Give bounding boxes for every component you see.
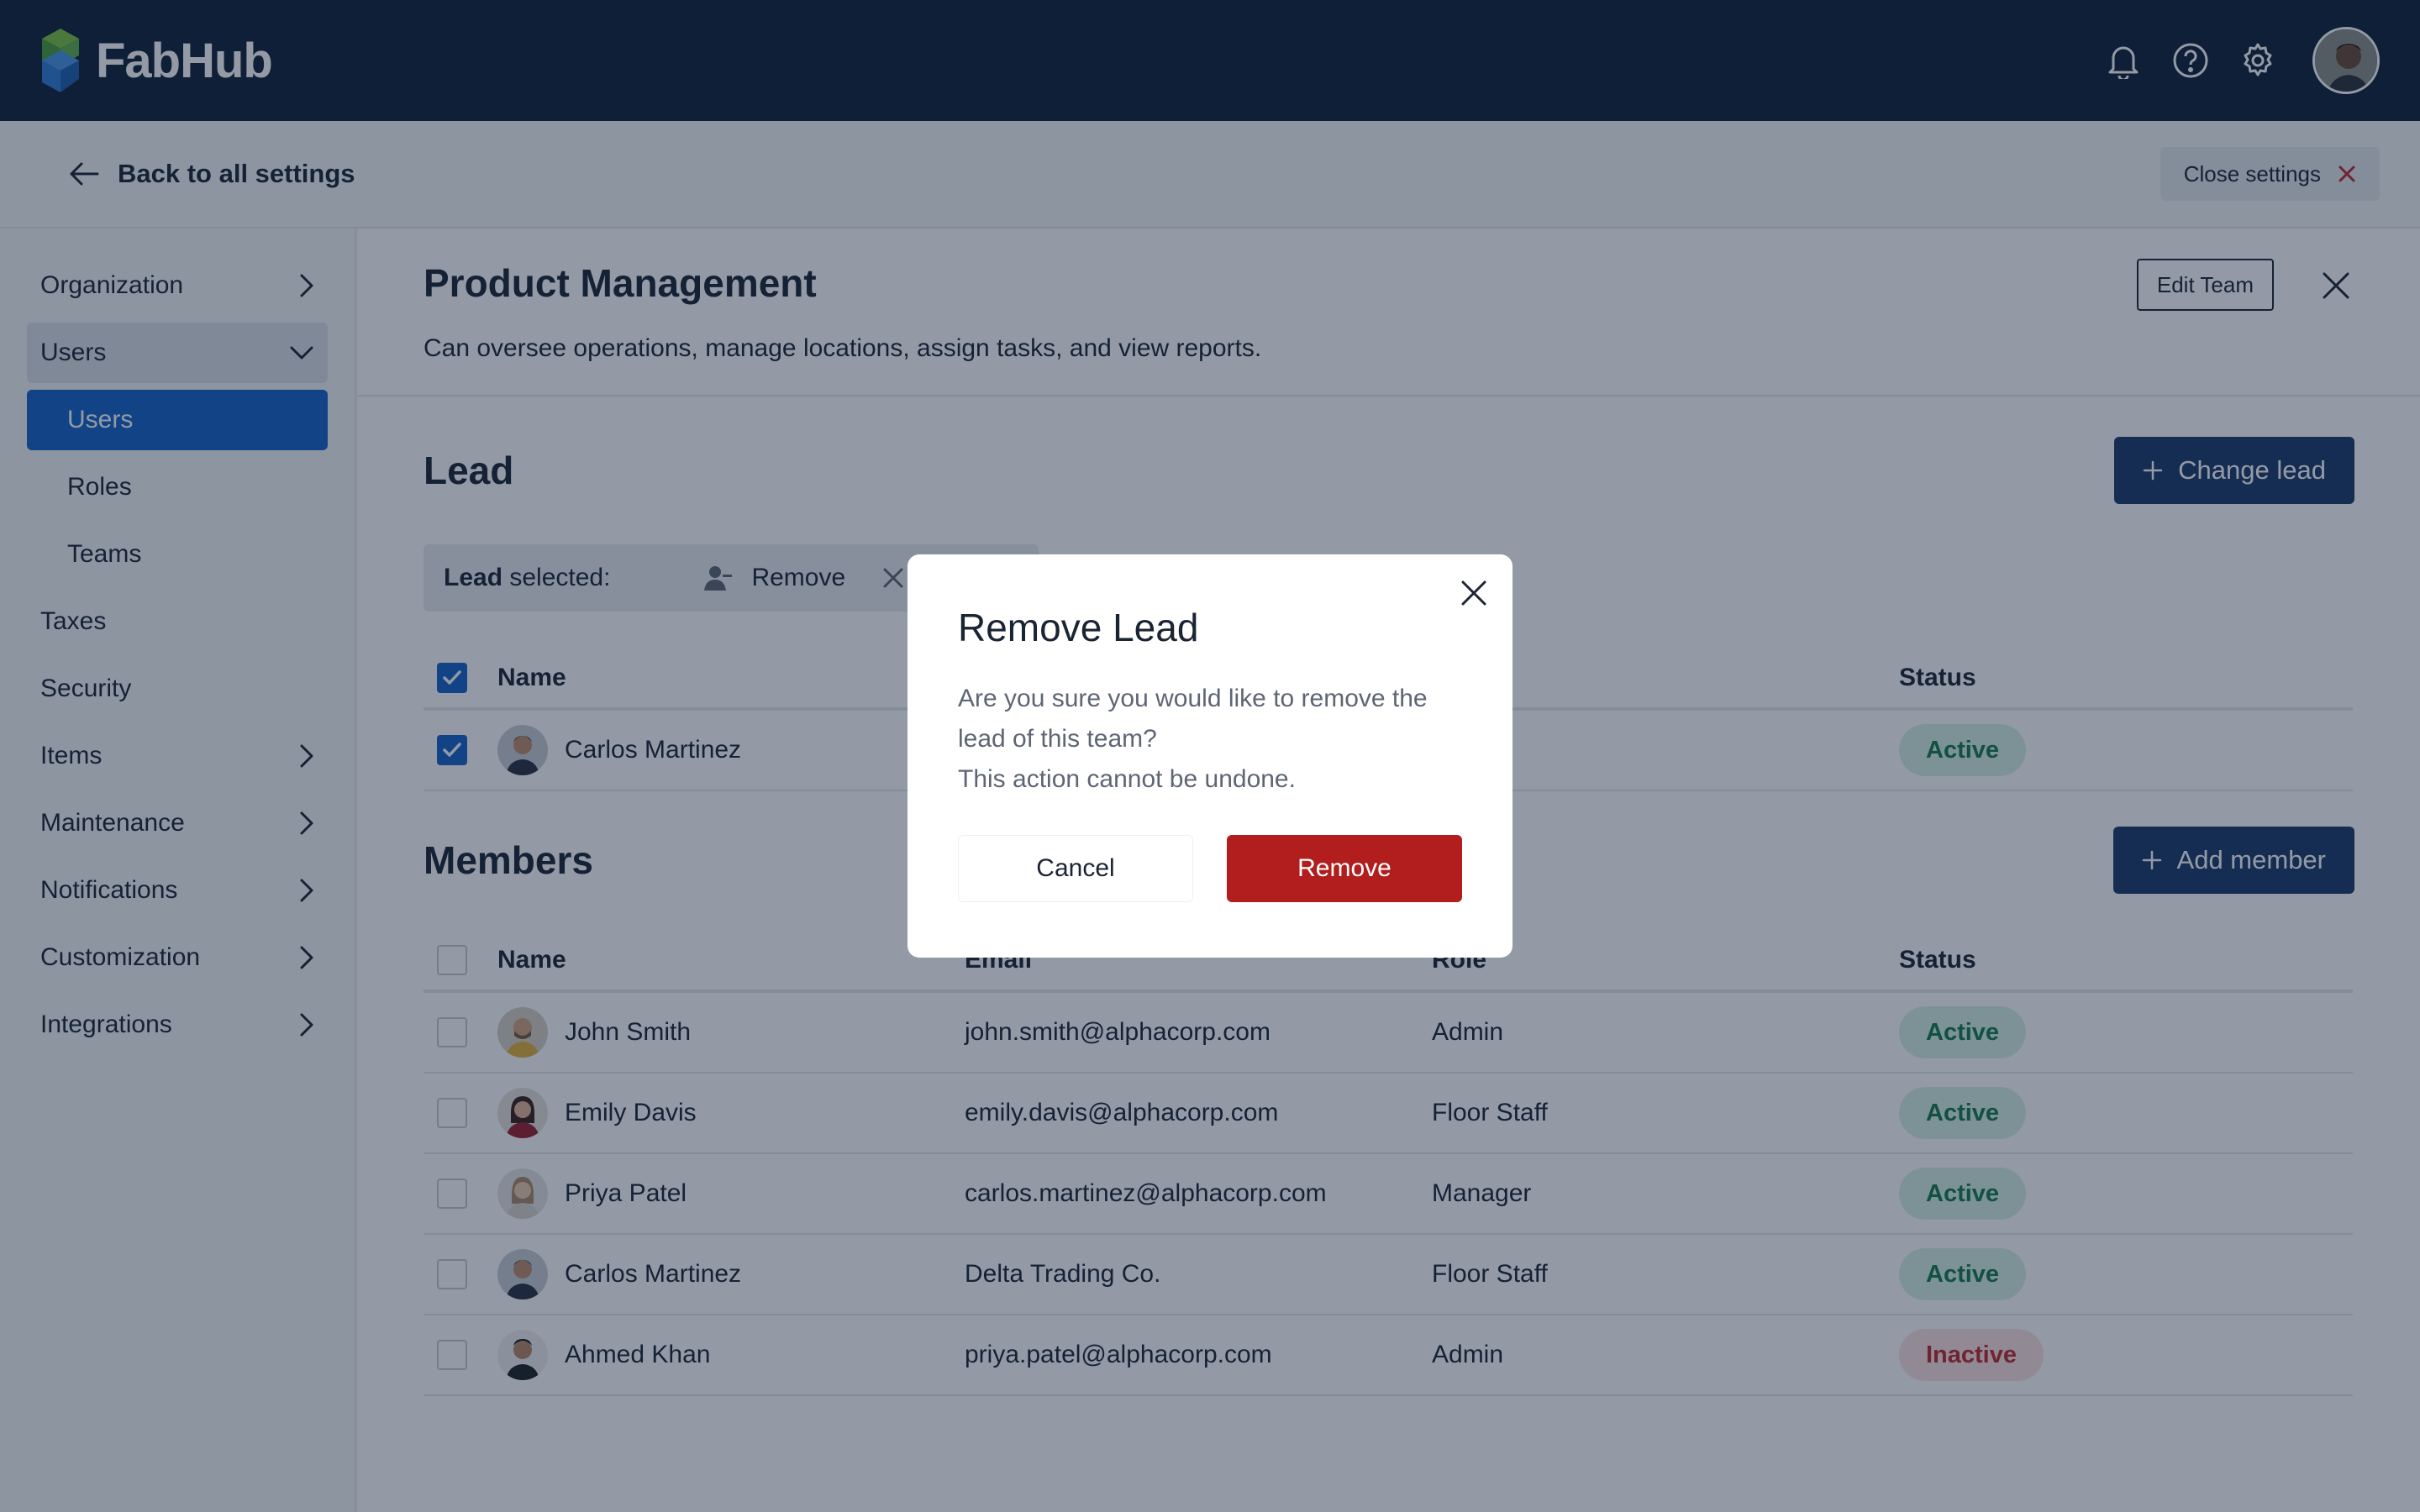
dialog-message-line: Are you sure you would like to remove th… (958, 685, 1428, 753)
dialog-message-line: This action cannot be undone. (958, 765, 1296, 793)
dialog-title: Remove Lead (958, 606, 1199, 649)
dialog-message: Are you sure you would like to remove th… (958, 679, 1462, 800)
cancel-button[interactable]: Cancel (958, 835, 1193, 902)
close-dialog-icon[interactable] (1455, 575, 1492, 612)
confirm-remove-button[interactable]: Remove (1227, 835, 1462, 902)
remove-lead-dialog: Remove Lead Are you sure you would like … (908, 554, 1512, 958)
